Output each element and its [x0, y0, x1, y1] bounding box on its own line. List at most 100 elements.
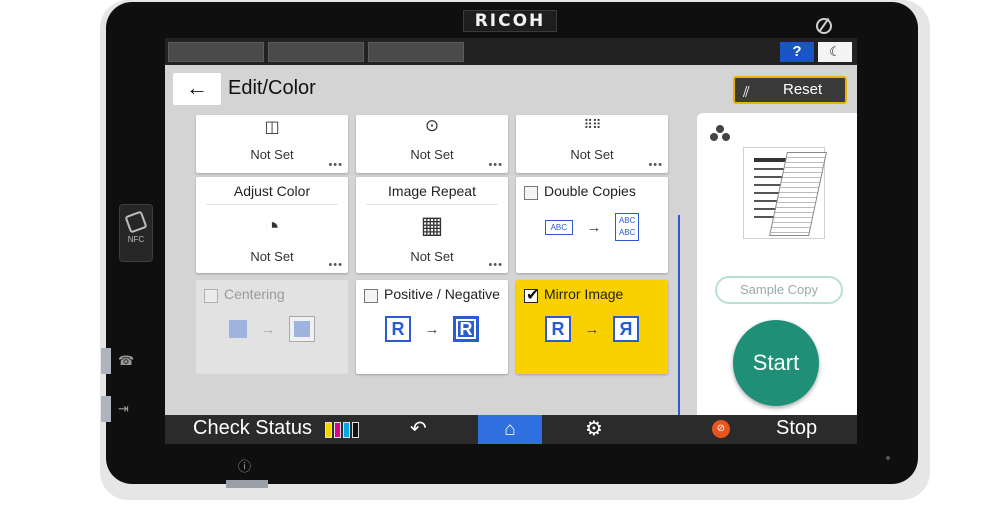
bottom-hardware-button[interactable] — [226, 480, 268, 488]
home-icon: ⌂ — [504, 419, 516, 440]
login-icon: ⇥ — [118, 401, 129, 416]
positive-negative-diagram: R → R — [356, 316, 508, 342]
preview-panel: Sample Copy Start — [697, 113, 857, 416]
page-fold-icon — [769, 152, 827, 236]
indicator-light — [886, 456, 890, 460]
more-icon: ••• — [488, 259, 503, 271]
double-copies-diagram: ABC → ABC ABC — [516, 213, 668, 241]
sample-copy-button[interactable]: Sample Copy — [715, 276, 843, 304]
abc-text: ABC — [618, 216, 636, 225]
copy-preview — [743, 147, 827, 239]
more-icon: ••• — [328, 159, 343, 171]
back-button[interactable]: ← — [173, 73, 221, 105]
centering-diagram: → — [196, 316, 348, 342]
grid-repeat-icon: ▦ — [420, 212, 444, 239]
erase-icon: ⊙ — [424, 116, 440, 135]
centering-checkbox — [204, 289, 218, 303]
tile-status: Not Set — [410, 249, 454, 264]
nfc-label: NFC — [127, 235, 145, 244]
adjust-color-tile[interactable]: Adjust Color ◔ Not Set ••• — [196, 177, 348, 273]
arrow-right-icon: → — [260, 320, 276, 338]
settings-button[interactable]: ⚙ — [585, 416, 603, 441]
reset-icon: ⫽ — [743, 84, 750, 101]
tile-title: Positive / Negative — [384, 286, 500, 302]
checkmark-icon: ✔ — [526, 287, 540, 304]
tile-title: Image Repeat — [388, 183, 476, 199]
toner-level-icon[interactable] — [325, 422, 363, 438]
function-grid: ◫ Not Set ••• ⊙ Not Set ••• ⠿⠿ Not Set •… — [165, 115, 685, 415]
double-abc-icon: ABC ABC — [614, 213, 640, 241]
status-slot — [168, 42, 264, 62]
status-slot — [368, 42, 464, 62]
dot-grid-icon: ⠿⠿ — [583, 117, 601, 132]
tile-title: Double Copies — [544, 183, 636, 199]
toner-icon — [707, 125, 733, 147]
r-filled-icon: R — [452, 316, 479, 342]
stop-button[interactable]: ⊘ Stop — [698, 415, 857, 444]
tile-status: Not Set — [410, 147, 454, 162]
single-abc-icon: ABC — [544, 219, 574, 235]
double-copies-tile[interactable]: Double Copies ABC → ABC ABC — [516, 177, 668, 273]
tile-title: Mirror Image — [544, 286, 624, 302]
stop-label: Stop — [776, 417, 818, 439]
arrow-right-icon: → — [584, 320, 600, 338]
more-icon: ••• — [648, 159, 663, 171]
undo-arrow-icon: ↶ — [410, 418, 427, 440]
positive-negative-checkbox[interactable] — [364, 289, 378, 303]
abc-text: ABC — [618, 228, 636, 237]
centered-square-icon — [288, 316, 315, 342]
status-slot — [268, 42, 364, 62]
function-tile-stamp[interactable]: ⠿⠿ Not Set ••• — [516, 115, 668, 173]
touch-screen: ? ☾ ← Edit/Color ⫽ Reset ◫ Not Set ••• ⊙… — [165, 38, 857, 444]
info-icon: ⓘ — [238, 459, 252, 474]
gear-icon: ⚙ — [585, 418, 603, 440]
arrow-right-icon: → — [424, 320, 440, 338]
fax-icon: ☎ — [118, 353, 135, 368]
more-icon: ••• — [328, 259, 343, 271]
nfc-icon — [124, 210, 148, 234]
stop-icon: ⊘ — [712, 420, 730, 438]
tile-divider — [366, 204, 498, 205]
book-icon: ◫ — [264, 119, 280, 136]
reset-button[interactable]: ⫽ Reset — [733, 76, 847, 104]
r-outline-icon: R — [385, 316, 412, 342]
status-bar: ? ☾ — [165, 38, 857, 65]
mirror-image-checkbox[interactable]: ✔ — [524, 287, 539, 304]
function-tile-book[interactable]: ◫ Not Set ••• — [196, 115, 348, 173]
brand-logo: RICOH — [463, 10, 557, 32]
power-icon[interactable] — [816, 18, 832, 34]
home-button[interactable]: ⌂ — [478, 415, 542, 444]
arrow-right-icon: → — [586, 218, 602, 236]
image-repeat-tile[interactable]: Image Repeat ▦ Not Set ••• — [356, 177, 508, 273]
mirror-image-diagram: R → Я — [516, 316, 668, 342]
moon-icon: ☾ — [829, 44, 841, 59]
function-tile-erase[interactable]: ⊙ Not Set ••• — [356, 115, 508, 173]
back-nav-button[interactable]: ↶ — [410, 416, 427, 441]
side-fax-tab[interactable] — [101, 348, 111, 374]
header: ← Edit/Color ⫽ Reset — [165, 65, 857, 115]
r-mirrored-icon: Я — [612, 316, 639, 342]
tile-status: Not Set — [250, 147, 294, 162]
tile-title: Centering — [224, 286, 285, 302]
tile-status: Not Set — [570, 147, 614, 162]
back-arrow-icon: ← — [186, 75, 208, 100]
sleep-button[interactable]: ☾ — [818, 42, 852, 62]
mirror-image-tile[interactable]: ✔ Mirror Image R → Я — [516, 280, 668, 374]
square-icon — [229, 320, 248, 338]
double-copies-checkbox[interactable] — [524, 186, 538, 200]
nfc-reader: NFC — [119, 204, 153, 262]
more-icon: ••• — [488, 159, 503, 171]
bottom-bar: Check Status ↶ ⌂ ⚙ ⊘ Stop — [165, 415, 857, 444]
tile-title: Adjust Color — [233, 183, 311, 199]
page-title: Edit/Color — [228, 77, 316, 99]
side-login-tab[interactable] — [101, 396, 111, 422]
r-outline-icon: R — [545, 316, 572, 342]
reset-label: Reset — [783, 81, 823, 98]
scrollbar[interactable] — [678, 215, 680, 415]
centering-tile: Centering → — [196, 280, 348, 374]
start-button[interactable]: Start — [733, 320, 819, 406]
positive-negative-tile[interactable]: Positive / Negative R → R — [356, 280, 508, 374]
help-button[interactable]: ? — [780, 42, 814, 62]
tile-status: Not Set — [250, 249, 294, 264]
check-status-button[interactable]: Check Status — [193, 417, 312, 440]
